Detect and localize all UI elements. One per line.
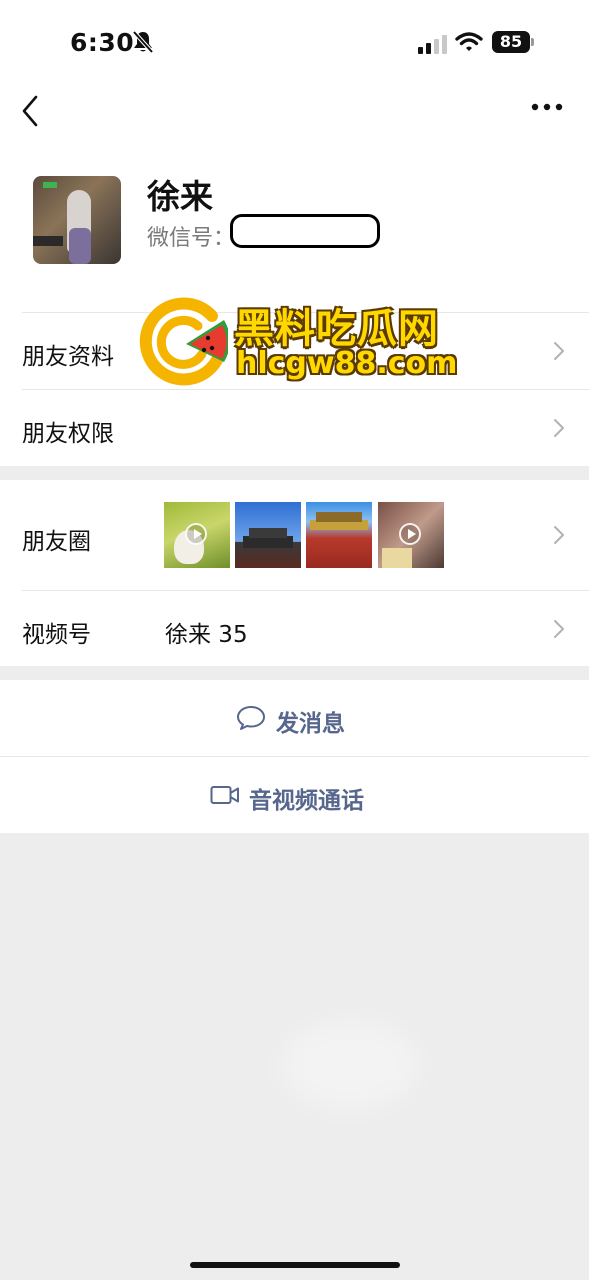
profile-name: 徐来: [147, 177, 213, 216]
wifi-icon: [455, 32, 483, 51]
avatar-exit-sign: [43, 182, 57, 188]
channels-value: 徐来 35: [165, 622, 248, 648]
friend-permissions-row[interactable]: 朋友权限: [0, 389, 589, 466]
watermelon-logo-icon: [139, 297, 228, 386]
battery-level: 85: [492, 31, 530, 53]
play-icon: [185, 523, 207, 545]
wechat-id-redaction: [230, 214, 380, 248]
chevron-right-icon: [554, 342, 564, 360]
watermark-url: hlcgw88.com: [236, 346, 458, 381]
divider: [0, 756, 589, 757]
chevron-right-icon: [554, 419, 564, 437]
status-time: 6:30: [70, 28, 135, 57]
avatar-person-legs: [69, 228, 91, 264]
send-message-label: 发消息: [276, 711, 345, 737]
more-dots-icon[interactable]: [526, 92, 570, 122]
chevron-right-icon: [554, 526, 564, 544]
channels-row[interactable]: 视频号 徐来 35: [0, 590, 589, 666]
chevron-left-icon[interactable]: [14, 88, 50, 128]
moments-thumb-1: [164, 502, 230, 568]
avatar-gym-equipment: [33, 236, 63, 246]
moments-row[interactable]: 朋友圈: [0, 480, 589, 590]
moments-thumb-2: [235, 502, 301, 568]
moments-thumb-3: [306, 502, 372, 568]
social-group: 朋友圈 视频号 徐来 35: [0, 480, 589, 666]
send-message-button[interactable]: 发消息: [0, 680, 589, 756]
chat-bubble-icon: [237, 706, 265, 730]
status-bar: 6:30 85: [0, 0, 589, 80]
video-call-label: 音视频通话: [249, 788, 364, 814]
bell-slash-icon: [132, 30, 154, 54]
play-icon: [399, 523, 421, 545]
moments-thumb-4: [378, 502, 444, 568]
signal-icon: [418, 35, 447, 54]
background-blur: [280, 1020, 420, 1110]
contact-profile-screen: 6:30 85 徐来 微信号： 黑料吃瓜网 hlcgw88.com 朋友资料 朋…: [0, 0, 589, 1280]
channels-label: 视频号: [22, 622, 91, 648]
nav-bar: [0, 80, 589, 140]
battery-icon: 85: [492, 31, 536, 55]
avatar[interactable]: [33, 176, 121, 264]
moments-label: 朋友圈: [22, 529, 91, 555]
watermark: 黑料吃瓜网 hlcgw88.com: [138, 296, 478, 392]
friend-permissions-label: 朋友权限: [22, 421, 114, 447]
chevron-right-icon: [554, 620, 564, 638]
friend-info-label: 朋友资料: [22, 344, 114, 370]
video-call-button[interactable]: 音视频通话: [0, 757, 589, 833]
video-camera-icon: [210, 786, 239, 804]
battery-cap: [531, 38, 534, 46]
profile-header: 徐来 微信号：: [0, 140, 589, 312]
home-indicator[interactable]: [190, 1262, 400, 1268]
wechat-id-label: 微信号：: [147, 226, 236, 251]
